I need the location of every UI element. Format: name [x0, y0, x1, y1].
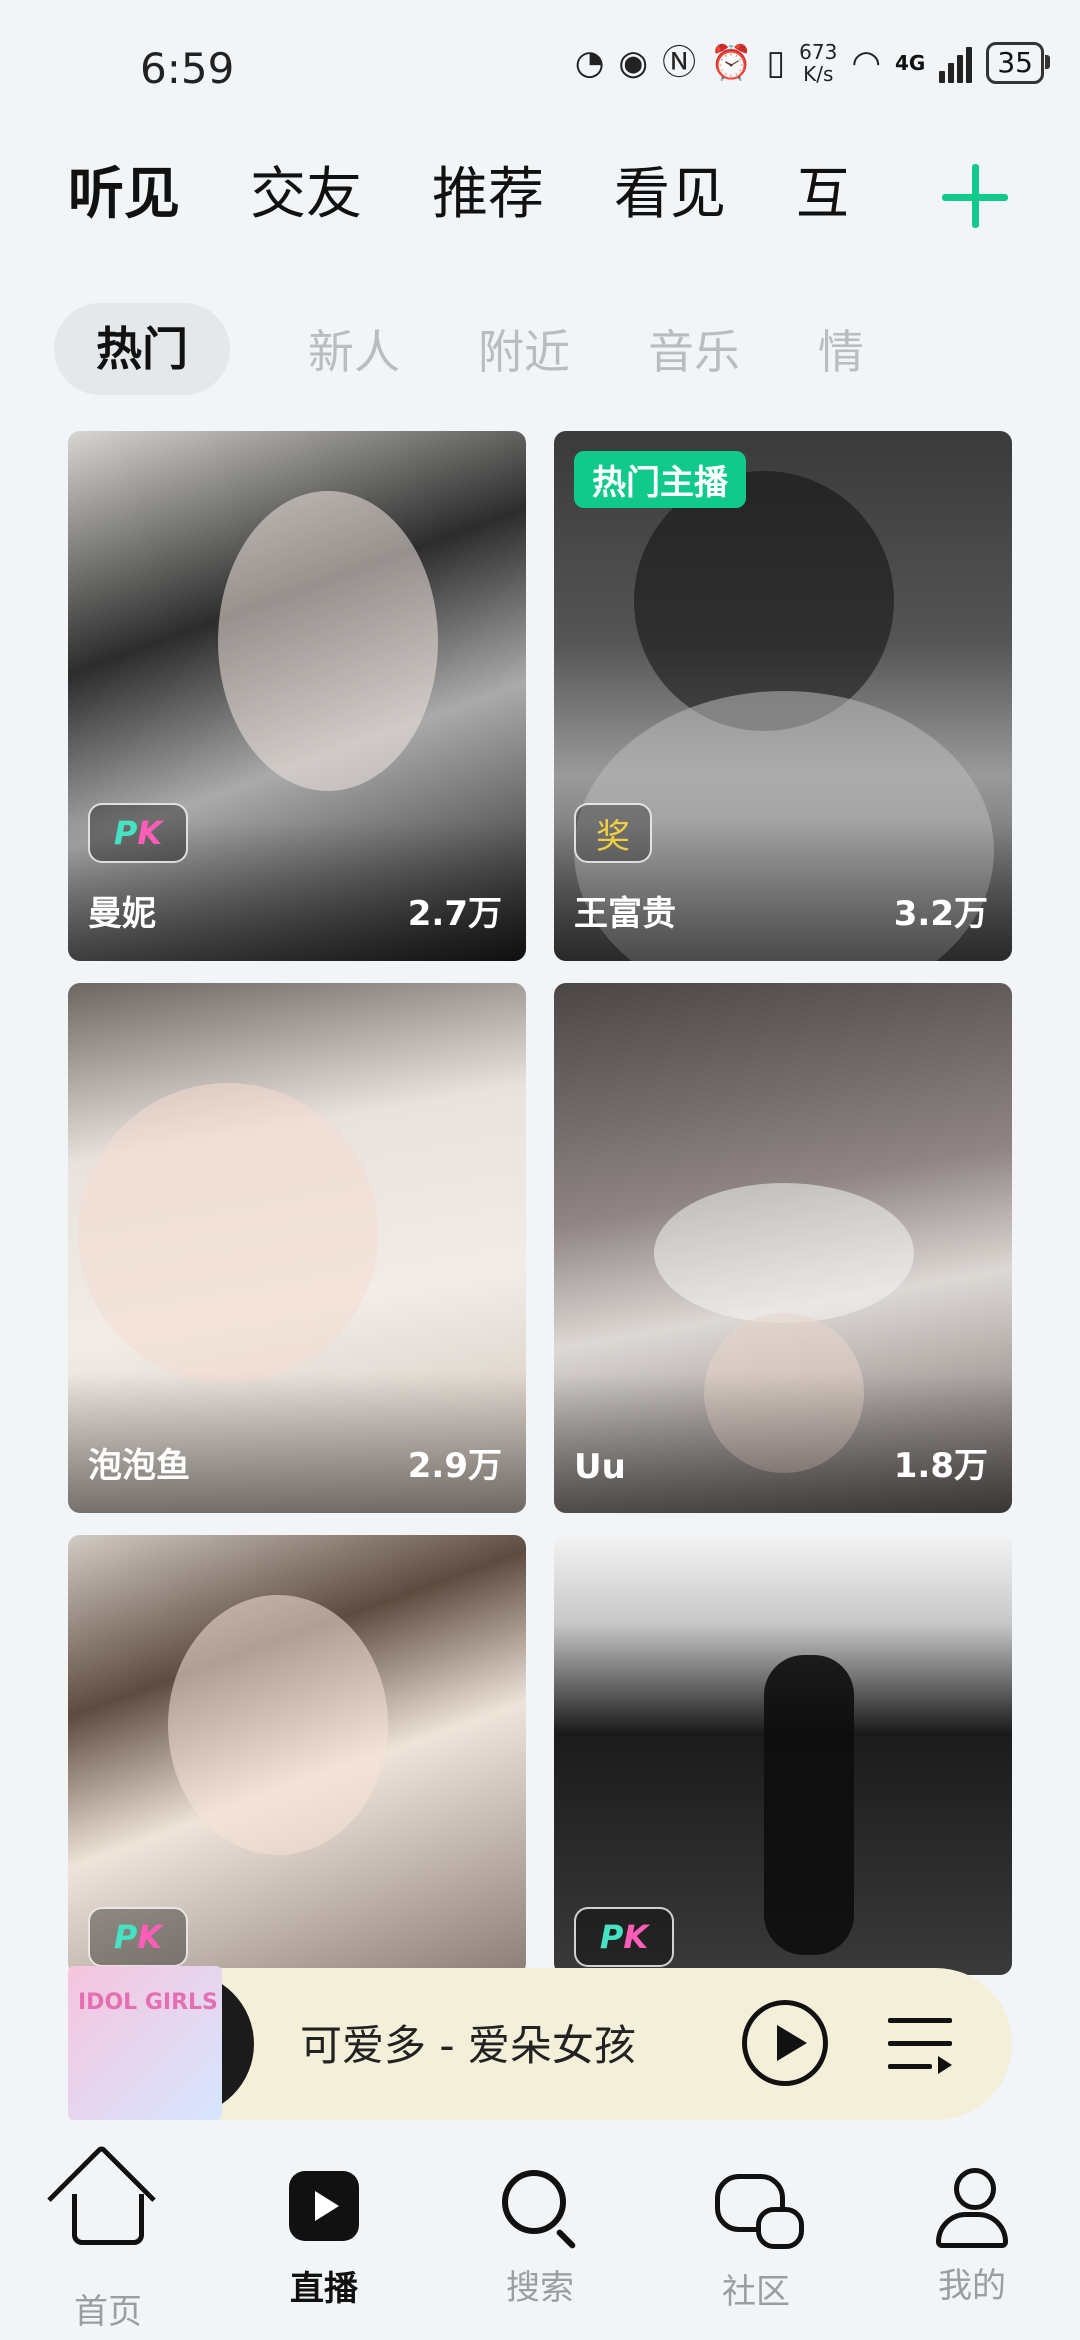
streamer-name: Uu — [574, 1447, 626, 1487]
network-speed-unit: K/s — [803, 62, 834, 86]
network-speed-value: 673 — [799, 40, 838, 64]
signal-icon — [939, 43, 973, 83]
card-photo — [78, 1083, 378, 1383]
wifi-icon: ◠ — [851, 43, 882, 83]
profile-icon — [932, 2168, 1012, 2248]
card-photo — [168, 1595, 388, 1855]
playlist-icon[interactable] — [888, 2014, 952, 2074]
vibrate-icon: ▯ — [766, 43, 786, 83]
alarm-icon: ⏰ — [710, 43, 753, 83]
status-time: 6:59 — [140, 44, 235, 93]
pk-badge: PK — [88, 803, 188, 863]
album-cover-text: IDOL GIRLS — [78, 1990, 218, 2015]
card-photo — [218, 491, 438, 791]
category-new[interactable]: 新人 — [308, 316, 400, 382]
nav-search[interactable]: 搜索 — [432, 2166, 648, 2340]
category-nearby[interactable]: 附近 — [478, 316, 570, 382]
eye-icon: ◉ — [618, 43, 649, 83]
chat-bubbles-icon — [715, 2174, 804, 2254]
nav-me-label: 我的 — [938, 2266, 1006, 2306]
nav-home-label: 首页 — [74, 2292, 142, 2332]
network-speed: 673 K/s — [799, 41, 837, 85]
viewer-count: 2.9万 — [407, 1446, 502, 1486]
live-card[interactable]: PK — [68, 1535, 526, 1975]
live-card[interactable]: Uu 1.8万 — [554, 983, 1012, 1513]
top-tabs: 听见 交友 推荐 看见 互 — [68, 155, 968, 235]
category-music[interactable]: 音乐 — [648, 316, 740, 382]
nav-search-label: 搜索 — [506, 2268, 574, 2308]
live-play-icon — [284, 2171, 364, 2251]
pk-badge: PK — [88, 1907, 188, 1967]
reward-badge-icon: 奖 — [574, 803, 652, 863]
card-photo — [654, 1183, 914, 1323]
category-emotion[interactable]: 情 — [818, 316, 878, 382]
viewer-count: 2.7万 — [407, 894, 502, 934]
card-photo — [764, 1655, 854, 1955]
search-icon — [500, 2170, 580, 2250]
bottom-nav: 首页 直播 搜索 社区 我的 — [0, 2166, 1080, 2340]
live-card[interactable]: PK 曼妮 2.7万 — [68, 431, 526, 961]
pk-badge: PK — [574, 1907, 674, 1967]
nav-live[interactable]: 直播 — [216, 2166, 432, 2340]
tab-tingjian[interactable]: 听见 — [68, 155, 180, 235]
tab-kanjian[interactable]: 看见 — [614, 155, 726, 235]
tab-tuijian[interactable]: 推荐 — [432, 155, 544, 235]
song-title: 可爱多 - 爱朵女孩 — [300, 2021, 636, 2070]
nav-community[interactable]: 社区 — [648, 2166, 864, 2340]
add-icon[interactable] — [940, 162, 1010, 232]
live-card[interactable]: 泡泡鱼 2.9万 — [68, 983, 526, 1513]
hd-call-icon: ◔ — [574, 43, 605, 83]
viewer-count: 1.8万 — [893, 1446, 988, 1486]
nav-home[interactable]: 首页 — [0, 2166, 216, 2340]
nav-me[interactable]: 我的 — [864, 2166, 1080, 2340]
status-bar: 6:59 ◔ ◉ Ⓝ ⏰ ▯ 673 K/s ◠ 4G 35 — [0, 0, 1080, 130]
album-cover[interactable]: IDOL GIRLS — [68, 1966, 222, 2120]
tab-jiaoyou[interactable]: 交友 — [250, 155, 362, 235]
play-button[interactable] — [742, 2000, 828, 2086]
nav-live-label: 直播 — [290, 2269, 358, 2309]
battery-indicator: 35 — [986, 42, 1050, 84]
viewer-count: 3.2万 — [893, 894, 988, 934]
live-card[interactable]: 热门主播 奖 王富贵 3.2万 — [554, 431, 1012, 961]
home-icon — [68, 2194, 148, 2274]
status-icons: ◔ ◉ Ⓝ ⏰ ▯ 673 K/s ◠ 4G 35 — [574, 40, 1050, 86]
category-tabs: 热门 新人 附近 音乐 情 — [54, 303, 1030, 395]
nav-community-label: 社区 — [722, 2272, 790, 2312]
network-type: 4G — [895, 51, 926, 75]
streamer-name: 泡泡鱼 — [88, 1446, 190, 1486]
nfc-icon: Ⓝ — [662, 43, 697, 83]
hot-anchor-tag: 热门主播 — [574, 451, 746, 508]
category-hot[interactable]: 热门 — [54, 303, 230, 395]
live-card[interactable]: PK — [554, 1535, 1012, 1975]
streamer-name: 曼妮 — [88, 894, 156, 934]
streamer-name: 王富贵 — [574, 894, 676, 934]
tab-hu[interactable]: 互 — [796, 155, 846, 235]
